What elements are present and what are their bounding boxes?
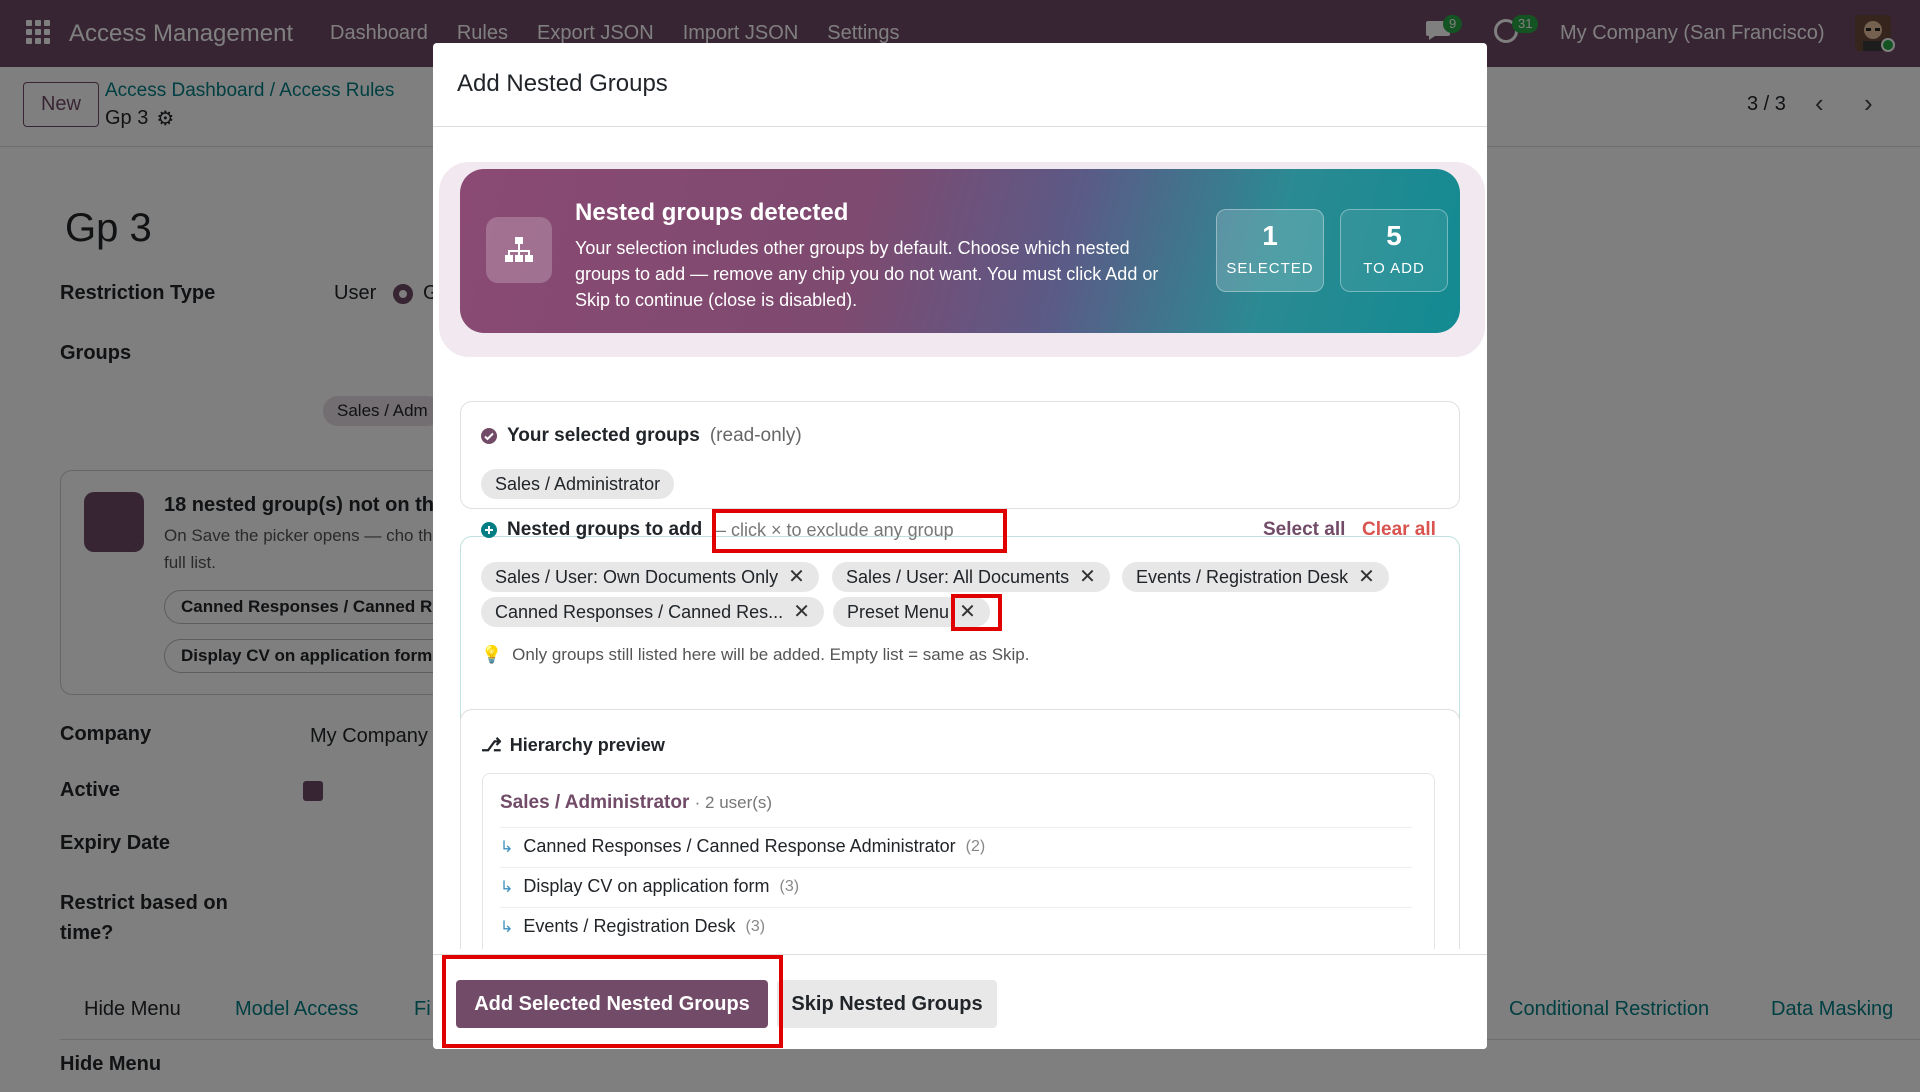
to-add-count: 5 xyxy=(1386,220,1402,251)
hierarchy-root-label: Sales / Administrator xyxy=(500,792,690,813)
nested-group-chip: Sales / User: All Documents ✕ xyxy=(832,562,1110,592)
hero-text: Your selection includes other groups by … xyxy=(575,238,1159,310)
child-arrow-icon: ↳ xyxy=(500,838,514,856)
select-all-link[interactable]: Select all xyxy=(1263,519,1345,541)
hierarchy-item-label: Canned Responses / Canned Response Admin… xyxy=(523,836,956,856)
hierarchy-item-label: Display CV on application form xyxy=(523,876,770,896)
highlight-box xyxy=(442,955,783,1048)
hierarchy-item: ↳ Canned Responses / Canned Response Adm… xyxy=(500,836,985,857)
hero-banner: Nested groups detected Your selection in… xyxy=(460,169,1460,333)
to-add-stat-label: TO ADD xyxy=(1363,260,1425,277)
hierarchy-title: ⎇ Hierarchy preview xyxy=(481,735,665,756)
remove-chip-icon[interactable]: ✕ xyxy=(1079,562,1096,592)
hint-line: 💡 Only groups still listed here will be … xyxy=(481,645,1030,665)
nested-groups-title: Nested groups to add xyxy=(481,519,702,541)
hierarchy-item-count: (3) xyxy=(745,917,766,935)
selected-stat: 1 SELECTED xyxy=(1216,209,1324,292)
chip-label: Canned Responses / Canned Res... xyxy=(495,602,784,622)
highlight-box xyxy=(712,509,1007,553)
hierarchy-item: ↳ Events / Registration Desk (3) xyxy=(500,916,765,937)
skip-nested-groups-button[interactable]: Skip Nested Groups xyxy=(777,980,997,1028)
divider xyxy=(500,827,1412,828)
hierarchy-title-text: Hierarchy preview xyxy=(509,735,665,755)
nested-group-chip: Sales / User: Own Documents Only ✕ xyxy=(481,562,819,592)
selected-groups-title: Your selected groups (read-only) xyxy=(481,425,802,447)
lightbulb-icon: 💡 xyxy=(481,645,503,664)
remove-chip-icon[interactable]: ✕ xyxy=(788,562,805,592)
branch-icon: ⎇ xyxy=(481,735,502,755)
divider xyxy=(500,867,1412,868)
child-arrow-icon: ↳ xyxy=(500,878,514,896)
hierarchy-root: Sales / Administrator · 2 user(s) xyxy=(500,792,772,814)
to-add-stat: 5 TO ADD xyxy=(1340,209,1448,292)
hierarchy-item-label: Events / Registration Desk xyxy=(523,916,736,936)
chip-label: Events / Registration Desk xyxy=(1136,567,1349,587)
selected-count: 1 xyxy=(1262,220,1278,251)
chip-label: Sales / User: All Documents xyxy=(846,567,1070,587)
remove-chip-icon[interactable]: ✕ xyxy=(793,597,810,627)
selected-groups-title-text: Your selected groups xyxy=(507,425,700,446)
hierarchy-item: ↳ Display CV on application form (3) xyxy=(500,876,799,897)
hint-text: Only groups still listed here will be ad… xyxy=(512,645,1030,664)
child-arrow-icon: ↳ xyxy=(500,918,514,936)
chip-label: Preset Menu xyxy=(847,602,950,622)
clear-all-link[interactable]: Clear all xyxy=(1362,519,1436,541)
chip-label: Sales / Administrator xyxy=(495,474,661,494)
hierarchy-icon xyxy=(486,217,552,283)
read-only-note: (read-only) xyxy=(709,425,802,446)
selected-stat-label: SELECTED xyxy=(1226,260,1314,277)
remove-chip-icon[interactable]: ✕ xyxy=(1358,562,1375,592)
modal-title: Add Nested Groups xyxy=(457,70,668,97)
hierarchy-item-count: (3) xyxy=(779,877,800,895)
nested-groups-title-text: Nested groups to add xyxy=(507,519,703,540)
chip-label: Sales / User: Own Documents Only xyxy=(495,567,779,587)
check-circle-icon xyxy=(481,428,497,444)
divider xyxy=(500,907,1412,908)
plus-circle-icon xyxy=(481,522,497,538)
hierarchy-item-count: (2) xyxy=(965,837,986,855)
hierarchy-root-count: · 2 user(s) xyxy=(694,793,773,812)
hero-title: Nested groups detected xyxy=(575,199,849,226)
highlight-box xyxy=(951,594,1002,631)
selected-group-chip: Sales / Administrator xyxy=(481,469,675,499)
nested-group-chip: Events / Registration Desk ✕ xyxy=(1122,562,1389,592)
nested-group-chip: Canned Responses / Canned Res... ✕ xyxy=(481,597,824,627)
modal-header: Add Nested Groups xyxy=(433,43,1487,127)
